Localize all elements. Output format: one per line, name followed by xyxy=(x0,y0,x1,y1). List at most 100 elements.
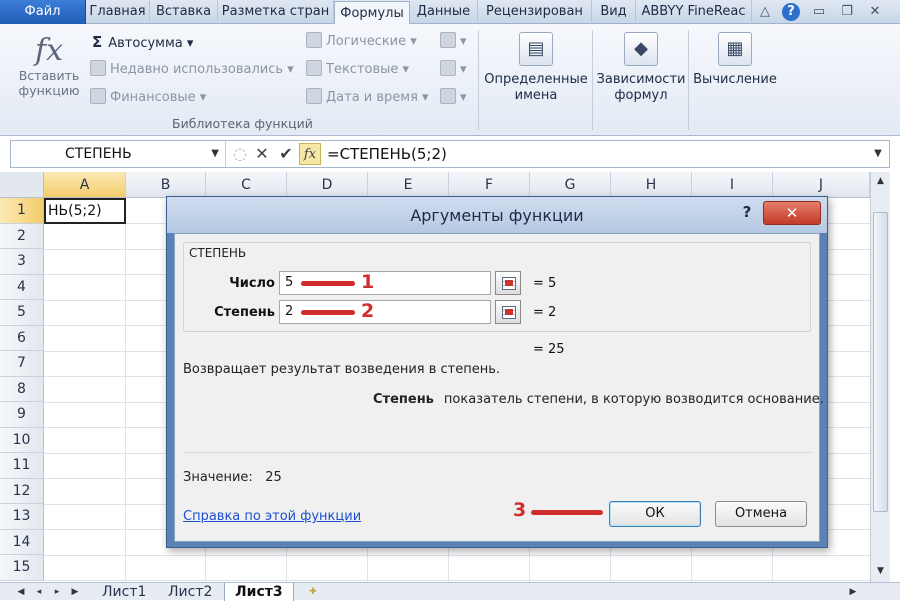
tab-home[interactable]: Главная xyxy=(86,0,150,24)
tab-insert[interactable]: Вставка xyxy=(150,0,218,24)
autosum-button[interactable]: Σ Автосумма ▾ xyxy=(92,30,193,54)
tag-icon: ▤ xyxy=(519,32,553,66)
function-arguments-dialog: Аргументы функции ? ✕ СТЕПЕНЬ Число 5 = … xyxy=(166,196,828,548)
tab-page-layout[interactable]: Разметка стран xyxy=(218,0,334,24)
insert-function-icon[interactable]: fx xyxy=(299,143,321,165)
more-functions-button[interactable]: ▾ xyxy=(440,86,467,110)
row-header[interactable]: 14 xyxy=(0,529,44,555)
column-header[interactable]: G xyxy=(530,172,611,198)
column-header[interactable]: B xyxy=(126,172,206,198)
prev-sheet-icon[interactable]: ◂ xyxy=(32,584,46,600)
function-result: = 25 xyxy=(533,342,565,357)
tab-file[interactable]: Файл xyxy=(0,0,86,24)
row-header[interactable]: 7 xyxy=(0,351,44,377)
sigma-icon: Σ xyxy=(92,33,103,51)
sheet-tab-1[interactable]: Лист1 xyxy=(92,583,156,601)
theta-book-icon xyxy=(440,60,456,76)
ribbon-separator xyxy=(592,30,593,130)
row-header[interactable]: 1 xyxy=(0,198,44,224)
name-box[interactable]: СТЕПЕНЬ ▼ xyxy=(11,141,226,167)
arg-label-number: Число xyxy=(229,276,275,291)
column-header[interactable]: D xyxy=(287,172,368,198)
help-icon[interactable]: ? xyxy=(782,3,800,21)
next-sheet-icon[interactable]: ▸ xyxy=(50,584,64,600)
argument-description-text: показатель степени, в которую возводится… xyxy=(443,392,824,407)
formula-input[interactable]: =СТЕПЕНЬ(5;2) xyxy=(327,141,447,167)
expand-formula-bar-icon[interactable]: ▼ xyxy=(869,143,887,165)
column-header[interactable]: H xyxy=(611,172,692,198)
cancel-button[interactable]: Отмена xyxy=(715,501,807,527)
logical-functions-button[interactable]: Логические ▾ xyxy=(306,30,417,54)
row-header[interactable]: 5 xyxy=(0,300,44,326)
formula-bar: СТЕПЕНЬ ▼ ◌ ✕ ✔ fx =СТЕПЕНЬ(5;2) ▼ xyxy=(10,140,890,168)
select-all-corner[interactable] xyxy=(0,172,44,198)
row-header[interactable]: 9 xyxy=(0,402,44,428)
text-functions-button[interactable]: Текстовые ▾ xyxy=(306,58,409,82)
row-header[interactable]: 13 xyxy=(0,504,44,530)
insert-function-button[interactable]: fx Вставить функцию xyxy=(14,34,84,99)
help-question-icon[interactable]: ? xyxy=(737,203,757,221)
resize-handle-icon[interactable]: ◌ xyxy=(229,143,251,165)
tab-formulas[interactable]: Формулы xyxy=(334,1,410,25)
row-header[interactable]: 12 xyxy=(0,478,44,504)
column-header[interactable]: A xyxy=(44,172,126,198)
lookup-functions-button[interactable]: ▾ xyxy=(440,30,467,54)
annotation-line xyxy=(301,310,355,315)
window-restore-icon[interactable]: ❐ xyxy=(838,3,856,21)
row-header[interactable]: 2 xyxy=(0,223,44,249)
cell-a1-editing[interactable]: НЬ(5;2) xyxy=(44,198,126,224)
range-select-icon[interactable] xyxy=(495,271,521,295)
row-header[interactable]: 6 xyxy=(0,325,44,351)
insert-sheet-icon[interactable]: ✚ xyxy=(304,584,322,600)
row-header[interactable]: 10 xyxy=(0,427,44,453)
dialog-title: Аргументы функции xyxy=(167,197,827,233)
calculation-button[interactable]: ▦ Вычисление xyxy=(690,32,780,88)
column-header[interactable]: E xyxy=(368,172,449,198)
tab-data[interactable]: Данные xyxy=(410,0,478,24)
function-name: СТЕПЕНЬ xyxy=(189,246,247,260)
window-close-icon[interactable]: ✕ xyxy=(866,3,884,21)
column-header[interactable]: C xyxy=(206,172,287,198)
close-button[interactable]: ✕ xyxy=(763,201,821,225)
text-label: Текстовые xyxy=(326,62,399,77)
scroll-thumb[interactable] xyxy=(873,212,888,512)
last-sheet-icon[interactable]: ▶ xyxy=(68,584,82,600)
row-header[interactable]: 15 xyxy=(0,555,44,581)
sheet-tab-3[interactable]: Лист3 xyxy=(224,583,294,601)
scroll-down-icon[interactable]: ▼ xyxy=(873,564,888,579)
ok-button[interactable]: ОК xyxy=(609,501,701,527)
row-header[interactable]: 8 xyxy=(0,376,44,402)
recent-functions-button[interactable]: Недавно использовались ▾ xyxy=(90,58,294,82)
tab-view[interactable]: Вид xyxy=(592,0,636,24)
cancel-icon[interactable]: ✕ xyxy=(251,143,273,165)
window-minimize-icon[interactable]: ▭ xyxy=(810,3,828,21)
scroll-up-icon[interactable]: ▲ xyxy=(873,174,888,189)
datetime-functions-button[interactable]: Дата и время ▾ xyxy=(306,86,429,110)
recent-label: Недавно использовались xyxy=(110,62,284,77)
sheet-tab-2[interactable]: Лист2 xyxy=(158,583,222,601)
tab-review[interactable]: Рецензирован xyxy=(478,0,592,24)
defined-names-button[interactable]: ▤ Определенные имена xyxy=(482,32,590,104)
financial-label: Финансовые xyxy=(110,90,196,105)
row-header[interactable]: 11 xyxy=(0,453,44,479)
financial-functions-button[interactable]: Финансовые ▾ xyxy=(90,86,206,110)
confirm-icon[interactable]: ✔ xyxy=(275,143,297,165)
tab-abbyy[interactable]: ABBYY FineReac xyxy=(636,0,752,24)
calculator-icon: ▦ xyxy=(718,32,752,66)
ribbon-minimize-icon[interactable]: △ xyxy=(756,3,774,21)
chevron-down-icon[interactable]: ▼ xyxy=(211,141,219,167)
calculation-label: Вычисление xyxy=(693,72,777,87)
row-header[interactable]: 3 xyxy=(0,249,44,275)
vertical-scrollbar[interactable]: ▲ ▼ xyxy=(870,172,890,582)
column-header[interactable]: I xyxy=(692,172,773,198)
scroll-right-icon[interactable]: ▶ xyxy=(846,584,860,600)
column-header[interactable]: J xyxy=(773,172,870,198)
logical-label: Логические xyxy=(326,34,407,49)
math-functions-button[interactable]: ▾ xyxy=(440,58,467,82)
help-link[interactable]: Справка по этой функции xyxy=(183,509,361,524)
row-header[interactable]: 4 xyxy=(0,274,44,300)
range-select-icon[interactable] xyxy=(495,300,521,324)
formula-auditing-button[interactable]: ◆ Зависимости формул xyxy=(594,32,688,104)
first-sheet-icon[interactable]: ◀ xyxy=(14,584,28,600)
column-header[interactable]: F xyxy=(449,172,530,198)
